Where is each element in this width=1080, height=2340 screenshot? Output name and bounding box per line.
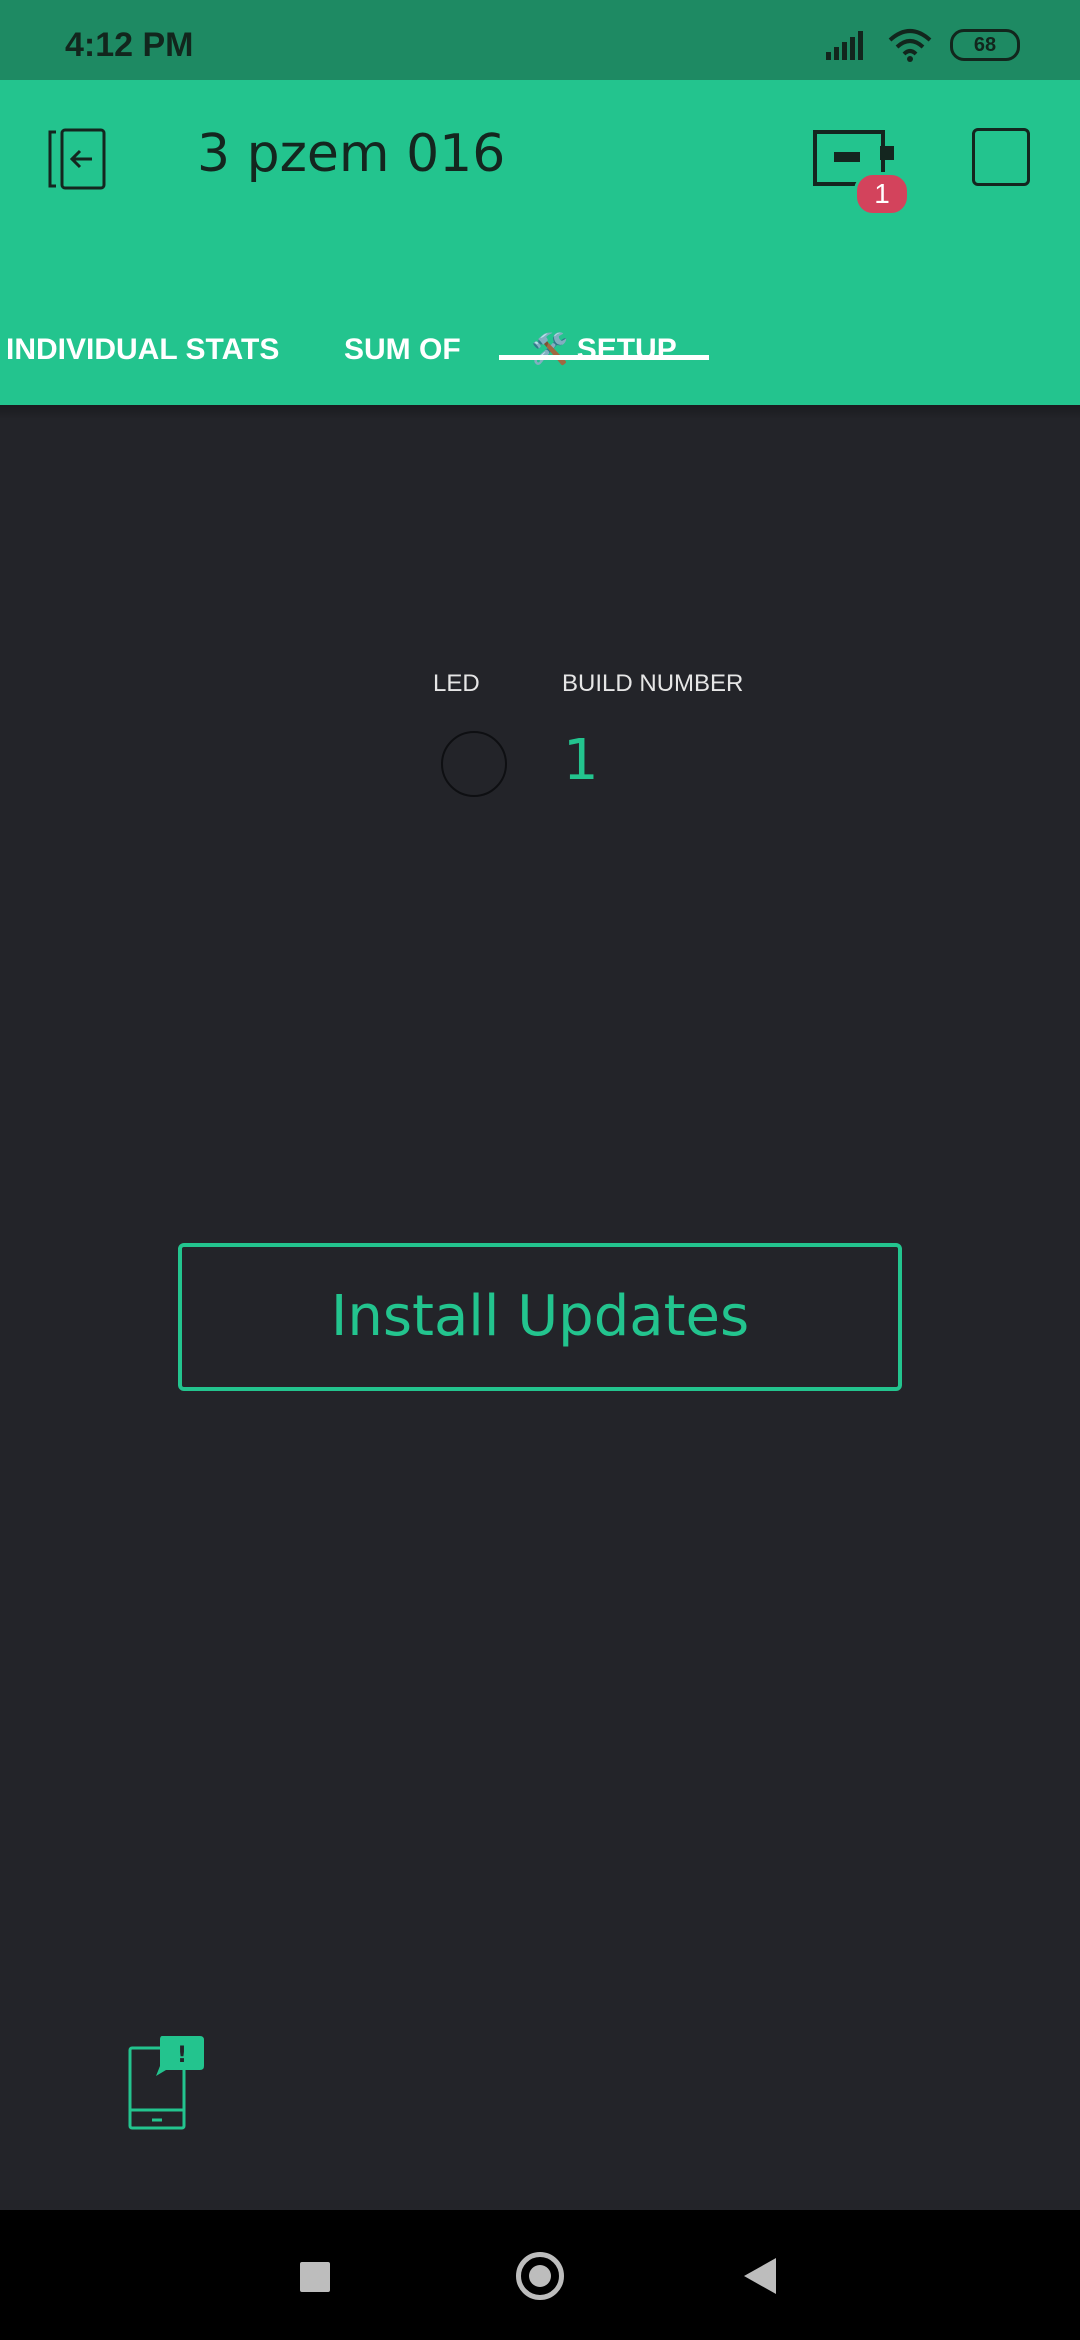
home-icon[interactable] [516, 2252, 564, 2300]
device-notification-icon[interactable]: ! [126, 2036, 206, 2132]
tab-sum-of[interactable]: SUM OF [344, 295, 461, 405]
svg-text:!: ! [177, 2043, 187, 2068]
device-badge: 1 [854, 172, 910, 216]
tab-setup[interactable]: 🛠️ SETUP [531, 295, 677, 405]
system-nav-bar [0, 2210, 1080, 2340]
status-bar: 4:12 PM 68 [0, 0, 1080, 80]
tab-selected-indicator [499, 355, 709, 360]
back-icon[interactable] [742, 2256, 778, 2296]
page-title: 3 pzem 016 [197, 124, 506, 184]
led-indicator [441, 731, 507, 797]
build-number-value: 1 [563, 728, 599, 793]
header-shadow [0, 405, 1080, 419]
led-label: LED [433, 670, 480, 697]
battery-icon: 68 [950, 29, 1020, 61]
wifi-icon [888, 29, 932, 62]
install-updates-button[interactable]: Install Updates [178, 1243, 902, 1391]
build-number-label: BUILD NUMBER [562, 670, 744, 697]
exit-icon[interactable] [44, 126, 110, 192]
signal-icon [826, 31, 863, 60]
tab-individual-stats[interactable]: INDIVIDUAL STATS [6, 295, 279, 405]
tab-bar: INDIVIDUAL STATS SUM OF 🛠️ SETUP [0, 295, 1080, 405]
status-time: 4:12 PM [65, 26, 194, 64]
recents-icon[interactable] [300, 2262, 330, 2292]
status-icons: 68 [826, 28, 1020, 62]
stop-icon[interactable] [972, 128, 1030, 186]
